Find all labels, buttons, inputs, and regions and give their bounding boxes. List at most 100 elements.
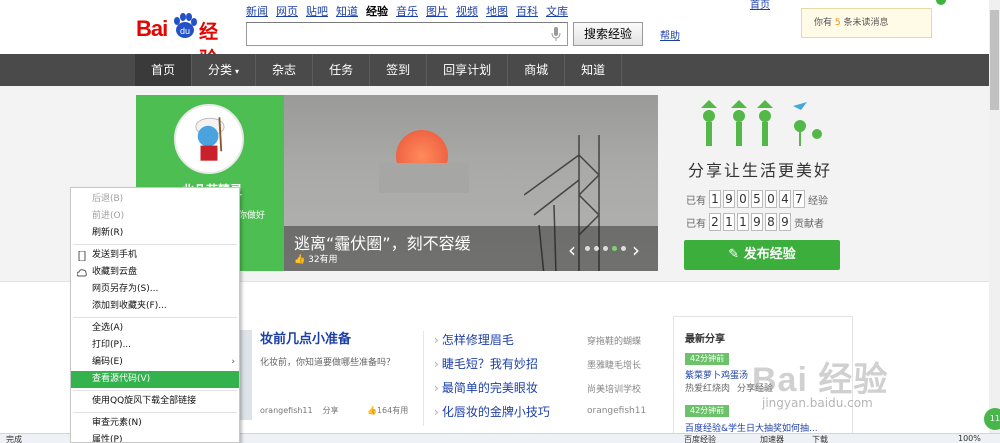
- product-nav-link[interactable]: 经验: [366, 3, 388, 18]
- main-nav-item[interactable]: 商城: [508, 54, 566, 86]
- floating-badge[interactable]: 11: [984, 408, 1000, 430]
- counter-digit: 1: [737, 213, 749, 231]
- contributor-count-digits: 211989: [709, 213, 791, 231]
- slide-dot[interactable]: [594, 246, 599, 251]
- status-item[interactable]: 下载: [812, 434, 828, 443]
- menu-item-label: 使用QQ旋风下载全部链接: [92, 396, 197, 406]
- article-title[interactable]: 妆前几点小准备: [260, 328, 351, 347]
- main-nav-item[interactable]: 知道: [565, 54, 623, 86]
- menu-item[interactable]: 添加到收藏夹(F)...: [71, 298, 239, 315]
- microphone-icon[interactable]: [551, 27, 561, 41]
- logo-du-text: du: [180, 26, 190, 36]
- slide-title[interactable]: 逃离“霾伏圈”，刻不容缓: [294, 230, 471, 254]
- main-nav-label: 分类: [208, 63, 233, 77]
- product-nav-link[interactable]: 百科: [516, 3, 538, 18]
- menu-item-label: 后退(B): [92, 194, 124, 204]
- context-menu: 后退(B) 前进(O) 刷新(R) 发送到手机 收藏到云盘 网页另存为(S)... 添加到收…: [70, 187, 240, 443]
- menu-item[interactable]: 全选(A): [71, 320, 239, 337]
- list-item-author[interactable]: 尚美培训学校: [587, 382, 641, 395]
- chevron-down-icon: ▾: [235, 67, 240, 76]
- product-nav-link[interactable]: 图片: [426, 3, 448, 18]
- unread-message-popup[interactable]: 你有 5 条未读消息: [801, 8, 932, 38]
- product-nav-link[interactable]: 贴吧: [306, 3, 328, 18]
- list-item: 怎样修理眉毛 穿拖鞋的蝴蝶: [434, 331, 674, 355]
- list-item-title[interactable]: 怎样修理眉毛: [434, 331, 514, 348]
- menu-item[interactable]: 网页另存为(S)...: [71, 281, 239, 298]
- share-link[interactable]: 分享: [323, 406, 339, 415]
- menu-item-label: 属性(P): [92, 435, 123, 443]
- contributor-counter: 已有 211989 贡献者: [686, 213, 824, 231]
- product-nav-link[interactable]: 地图: [486, 3, 508, 18]
- article-author[interactable]: orangefish11: [260, 406, 313, 415]
- slide-likes: 👍 32有用: [294, 252, 338, 265]
- counter-digit: 9: [779, 213, 791, 231]
- menu-item-label: 全选(A): [92, 323, 124, 333]
- product-nav-link[interactable]: 新闻: [246, 3, 268, 18]
- slide-dot[interactable]: [585, 246, 590, 251]
- main-nav-label: 商城: [524, 63, 549, 77]
- main-nav-item[interactable]: 任务: [313, 54, 371, 86]
- article-list: 怎样修理眉毛 穿拖鞋的蝴蝶睫毛短？我有妙招 墨雅睫毛增长最简单的完美眼妆 尚美培训学校…: [434, 331, 674, 427]
- help-link[interactable]: 帮助: [660, 27, 680, 42]
- main-nav-item[interactable]: 首页: [135, 54, 193, 86]
- article-description: 化妆前，你知道要做哪些准备吗？: [260, 358, 396, 368]
- zoom-level[interactable]: 100%: [958, 434, 981, 443]
- main-nav-item[interactable]: 签到: [370, 54, 428, 86]
- main-nav-item[interactable]: 杂志: [256, 54, 314, 86]
- list-item-author[interactable]: 穿拖鞋的蝴蝶: [587, 334, 641, 347]
- search-button[interactable]: 搜索经验: [573, 22, 643, 46]
- menu-item-label: 审查元素(N): [92, 418, 142, 428]
- counter-digit: 4: [779, 190, 791, 208]
- publish-experience-button[interactable]: ✎ 发布经验: [684, 240, 840, 270]
- product-nav-link[interactable]: 文库: [546, 3, 568, 18]
- product-nav-link[interactable]: 视频: [456, 3, 478, 18]
- product-nav-link[interactable]: 音乐: [396, 3, 418, 18]
- avatar[interactable]: [174, 104, 244, 174]
- menu-item[interactable]: 收藏到云盘: [71, 264, 239, 281]
- recent-item-link[interactable]: 紫菜萝卜鸡蛋汤: [685, 368, 748, 381]
- slide-next-arrow-icon[interactable]: ›: [632, 238, 640, 262]
- divider: [423, 331, 424, 426]
- menu-separator: [73, 244, 237, 245]
- product-nav-link[interactable]: 网页: [276, 3, 298, 18]
- user-note: 你做好: [238, 211, 266, 221]
- baidu-jingyan-logo[interactable]: Bai du 经验: [136, 10, 236, 70]
- counter-suffix: 经验: [808, 195, 828, 207]
- menu-item: 后退(B): [71, 191, 239, 208]
- top-home-link[interactable]: 首页: [750, 0, 770, 11]
- logo-bai-text: Bai: [136, 16, 168, 41]
- menu-item[interactable]: 编码(E) ›: [71, 354, 239, 371]
- list-item-title[interactable]: 最简单的完美眼妆: [434, 379, 538, 396]
- slide-dot[interactable]: [603, 246, 608, 251]
- search-input[interactable]: [246, 22, 568, 46]
- smurf-avatar-image: [195, 117, 225, 161]
- recent-item-user[interactable]: 热爱红烧肉: [685, 384, 730, 394]
- slide-dot[interactable]: [612, 246, 617, 251]
- browser-page: Bai du 经验 新闻网页贴吧知道经验音乐图片视频地图百科文库 搜索经验 帮助…: [0, 0, 1000, 443]
- menu-item[interactable]: 属性(P): [71, 432, 239, 443]
- menu-item[interactable]: 发送到手机: [71, 247, 239, 264]
- main-nav-item[interactable]: 分类 ▾: [192, 54, 257, 86]
- recent-shares-panel: 最新分享 42分钟前 紫菜萝卜鸡蛋汤 热爱红烧肉 分享经验 42分钟前 百度经验&…: [673, 316, 853, 443]
- menu-item[interactable]: 刷新(R): [71, 225, 239, 242]
- product-nav-link[interactable]: 知道: [336, 3, 358, 18]
- time-tag: 42分钟前: [685, 353, 730, 365]
- scrollbar-thumb[interactable]: [990, 10, 999, 110]
- menu-item[interactable]: 打印(P)...: [71, 337, 239, 354]
- list-item-title[interactable]: 睫毛短？我有妙招: [434, 355, 538, 372]
- slide-prev-arrow-icon[interactable]: ‹: [568, 238, 576, 262]
- slide-dots: [585, 246, 626, 251]
- menu-item[interactable]: 查看源代码(V): [71, 371, 239, 388]
- status-item[interactable]: 加速器: [760, 434, 784, 443]
- status-item[interactable]: 百度经验: [684, 434, 716, 443]
- list-item-title[interactable]: 化唇妆的金牌小技巧: [434, 403, 550, 420]
- thumb-up-icon: 👍: [367, 406, 377, 415]
- counter-digit: 7: [793, 190, 805, 208]
- slide-dot[interactable]: [621, 246, 626, 251]
- menu-item[interactable]: 使用QQ旋风下载全部链接: [71, 393, 239, 410]
- list-item-author[interactable]: 墨雅睫毛增长: [587, 358, 641, 371]
- list-item-author[interactable]: orangefish11: [587, 406, 646, 416]
- main-nav-item[interactable]: 回享计划: [427, 54, 509, 86]
- menu-item[interactable]: 审查元素(N): [71, 415, 239, 432]
- people-tree-icon: [701, 100, 822, 146]
